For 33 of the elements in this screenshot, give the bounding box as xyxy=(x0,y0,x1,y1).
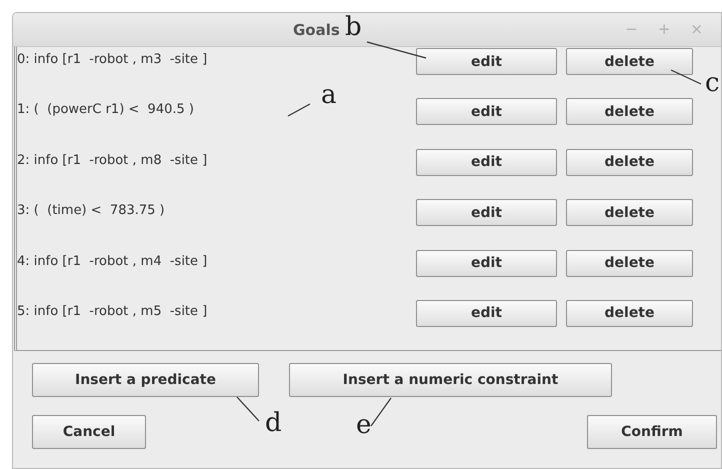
edit-button[interactable]: edit xyxy=(416,199,557,226)
window-title: Goals xyxy=(293,20,340,38)
callout-label: e xyxy=(356,412,372,438)
edit-button[interactable]: edit xyxy=(416,148,557,176)
confirm-button[interactable]: Confirm xyxy=(587,415,717,449)
cancel-button[interactable]: Cancel xyxy=(32,415,146,449)
delete-button[interactable]: delete xyxy=(566,98,693,126)
leader-line xyxy=(366,41,427,59)
callout-label: c xyxy=(705,70,720,96)
leader-line xyxy=(236,396,260,422)
delete-button[interactable]: delete xyxy=(566,250,693,277)
edit-button[interactable]: edit xyxy=(416,98,557,126)
callout-label: b xyxy=(345,14,362,40)
delete-button[interactable]: delete xyxy=(566,300,693,327)
leader-line xyxy=(670,69,702,85)
goal-text: 0: info [r1 -robot , m3 -site ] xyxy=(17,51,208,67)
edit-button[interactable]: edit xyxy=(416,48,557,75)
insert-constraint-button[interactable]: Insert a numeric constraint xyxy=(289,363,612,397)
delete-button[interactable]: delete xyxy=(566,148,693,176)
callout-label: d xyxy=(265,410,282,436)
delete-button[interactable]: delete xyxy=(566,199,693,226)
goal-text: 2: info [r1 -robot , m8 -site ] xyxy=(17,152,208,168)
delete-button[interactable]: delete xyxy=(566,48,693,75)
goal-text: 5: info [r1 -robot , m5 -site ] xyxy=(17,302,208,319)
leader-line xyxy=(370,397,392,427)
goal-text: 3: ( (time) < 783.75 ) xyxy=(17,202,165,218)
goal-text: 4: info [r1 -robot , m4 -site ] xyxy=(17,252,208,269)
goal-text: 1: ( (powerC r1) < 940.5 ) xyxy=(17,101,194,118)
leader-line xyxy=(287,103,311,117)
insert-predicate-button[interactable]: Insert a predicate xyxy=(32,363,259,397)
edit-button[interactable]: edit xyxy=(416,250,557,277)
callout-label: a xyxy=(321,82,337,108)
edit-button[interactable]: edit xyxy=(416,300,557,327)
